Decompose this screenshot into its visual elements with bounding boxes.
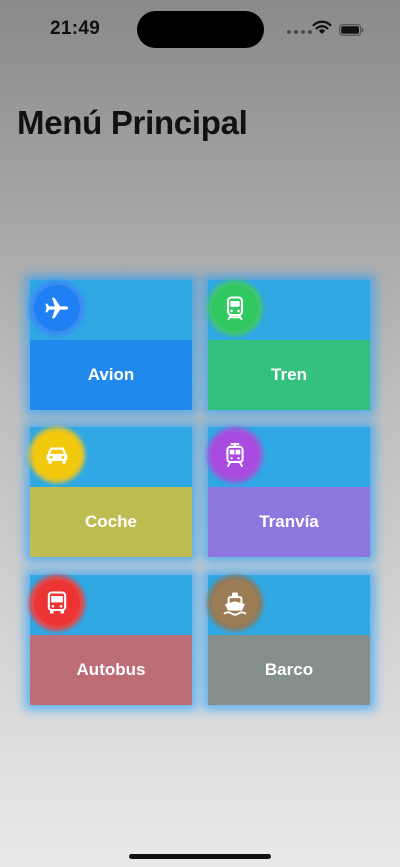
menu-card-label: Coche	[30, 487, 192, 557]
icon-badge	[212, 432, 258, 478]
transport-menu-grid: Avion Tren Coche Tranvía Autobus Barco	[0, 0, 400, 867]
home-indicator[interactable]	[129, 854, 271, 859]
icon-badge	[34, 580, 80, 626]
icon-badge	[212, 580, 258, 626]
menu-card-barco[interactable]: Barco	[208, 575, 370, 705]
airplane-icon	[45, 297, 69, 319]
car-icon	[46, 447, 68, 464]
ship-icon	[223, 592, 247, 616]
menu-card-label: Autobus	[30, 635, 192, 705]
train-icon	[226, 296, 244, 321]
icon-badge	[34, 285, 80, 331]
menu-card-coche[interactable]: Coche	[30, 427, 192, 557]
icon-badge	[34, 432, 80, 478]
menu-card-label: Tren	[208, 340, 370, 410]
menu-card-avion[interactable]: Avion	[30, 280, 192, 410]
menu-card-label: Barco	[208, 635, 370, 705]
tram-icon	[226, 442, 244, 468]
menu-card-label: Avion	[30, 340, 192, 410]
menu-card-autobus[interactable]: Autobus	[30, 575, 192, 705]
menu-card-tranvia[interactable]: Tranvía	[208, 427, 370, 557]
bus-icon	[47, 591, 67, 614]
menu-card-label: Tranvía	[208, 487, 370, 557]
icon-badge	[212, 285, 258, 331]
menu-card-tren[interactable]: Tren	[208, 280, 370, 410]
